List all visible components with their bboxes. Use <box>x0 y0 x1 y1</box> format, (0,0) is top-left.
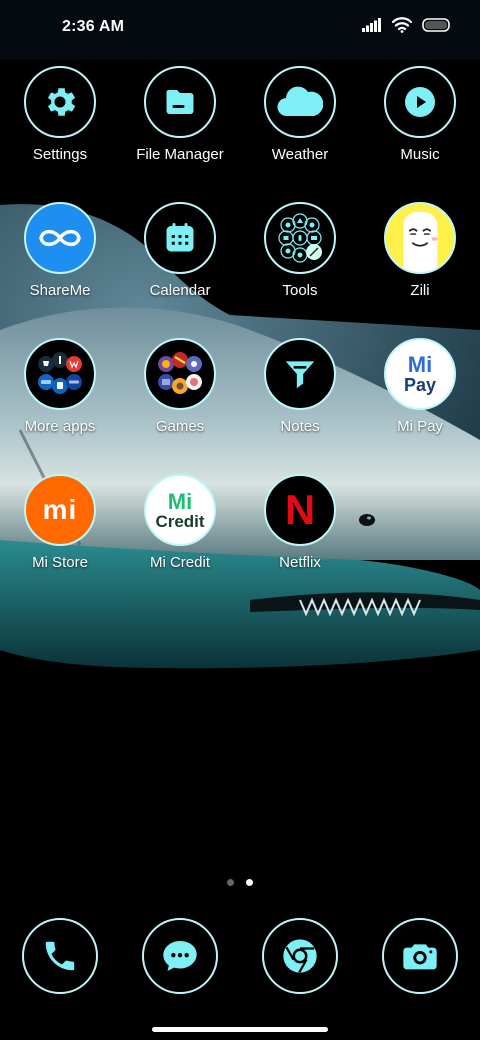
shareme-app-icon[interactable] <box>24 202 96 274</box>
mi-credit-logo-top: Mi <box>167 488 193 514</box>
app-label: More apps <box>24 418 96 435</box>
mi-credit-icon: Mi Credit <box>155 488 205 531</box>
page-dot[interactable] <box>227 879 234 886</box>
app-netflix[interactable]: N Netflix <box>240 474 360 610</box>
app-label: Games <box>155 418 205 435</box>
app-mi-store[interactable]: mi Mi Store <box>0 474 120 610</box>
dock-camera[interactable] <box>360 918 480 994</box>
zili-face-icon <box>403 211 438 272</box>
empty-slot <box>360 474 480 610</box>
app-games[interactable]: Games <box>120 338 240 474</box>
app-label: Mi Credit <box>149 554 210 571</box>
netflix-app-icon[interactable]: N <box>264 474 336 546</box>
mi-pay-logo-top: Mi <box>407 352 433 377</box>
app-zili[interactable]: Zili <box>360 202 480 338</box>
netflix-icon: N <box>284 486 316 533</box>
tools-folder-icon <box>278 213 322 263</box>
camera-app-icon[interactable] <box>382 918 458 994</box>
mi-store-app-icon[interactable]: mi <box>24 474 96 546</box>
app-tools[interactable]: Tools <box>240 202 360 338</box>
app-label: ShareMe <box>29 282 91 299</box>
play-icon <box>405 87 435 117</box>
message-icon <box>163 941 197 971</box>
games-folder-icon <box>158 352 202 394</box>
games-folder[interactable] <box>144 338 216 410</box>
mi-pay-icon: Mi Pay <box>403 352 437 395</box>
calendar-icon <box>166 223 194 252</box>
app-label: Music <box>400 146 440 163</box>
app-label: Mi Store <box>32 554 88 571</box>
zili-app-icon[interactable] <box>384 202 456 274</box>
status-bar: 2:36 AM <box>0 0 480 56</box>
camera-icon <box>403 944 437 970</box>
settings-app-icon[interactable] <box>24 66 96 138</box>
page-dot-active[interactable] <box>246 879 253 886</box>
phone-icon <box>45 941 75 971</box>
app-label: Calendar <box>149 282 211 299</box>
app-settings[interactable]: Settings <box>0 66 120 202</box>
mi-logo-icon: mi <box>42 494 78 525</box>
home-indicator[interactable] <box>152 1027 328 1032</box>
file-manager-app-icon[interactable] <box>144 66 216 138</box>
dock-messages[interactable] <box>120 918 240 994</box>
app-file-manager[interactable]: File Manager <box>120 66 240 202</box>
app-label: Tools <box>282 282 318 299</box>
tools-folder[interactable] <box>264 202 336 274</box>
funnel-icon <box>285 361 315 389</box>
app-music[interactable]: Music <box>360 66 480 202</box>
cloud-icon <box>277 86 323 117</box>
app-label: Zili <box>410 282 430 299</box>
messages-app-icon[interactable] <box>142 918 218 994</box>
app-label: Settings <box>32 146 88 163</box>
app-more-apps[interactable]: More apps <box>0 338 120 474</box>
apps-folder-icon <box>38 352 82 394</box>
music-app-icon[interactable] <box>384 66 456 138</box>
dock-phone[interactable] <box>0 918 120 994</box>
mi-pay-logo-bottom: Pay <box>403 375 437 395</box>
phone-app-icon[interactable] <box>22 918 98 994</box>
app-mi-credit[interactable]: Mi Credit Mi Credit <box>120 474 240 610</box>
mi-credit-app-icon[interactable]: Mi Credit <box>144 474 216 546</box>
calendar-app-icon[interactable] <box>144 202 216 274</box>
app-label: Weather <box>271 146 329 163</box>
gear-icon <box>47 88 76 116</box>
folder-icon <box>166 90 194 114</box>
battery-icon <box>422 18 450 32</box>
app-label: Notes <box>280 418 320 435</box>
app-shareme[interactable]: ShareMe <box>0 202 120 338</box>
more-apps-folder[interactable] <box>24 338 96 410</box>
signal-icon <box>362 18 381 32</box>
app-calendar[interactable]: Calendar <box>120 202 240 338</box>
app-notes[interactable]: Notes <box>240 338 360 474</box>
notes-app-icon[interactable] <box>264 338 336 410</box>
app-label: Mi Pay <box>397 418 443 435</box>
app-mi-pay[interactable]: Mi Pay Mi Pay <box>360 338 480 474</box>
app-grid: Settings File Manager Weather Music Shar… <box>0 66 480 610</box>
status-time: 2:36 AM <box>62 18 125 35</box>
app-weather[interactable]: Weather <box>240 66 360 202</box>
page-indicator <box>0 879 480 886</box>
dock <box>0 918 480 994</box>
dock-chrome[interactable] <box>240 918 360 994</box>
infinity-icon <box>39 229 81 247</box>
wifi-icon <box>392 17 412 33</box>
app-label: File Manager <box>136 146 224 163</box>
chrome-icon <box>283 939 317 973</box>
weather-app-icon[interactable] <box>264 66 336 138</box>
mi-pay-app-icon[interactable]: Mi Pay <box>384 338 456 410</box>
mi-credit-logo-bottom: Credit <box>155 511 205 531</box>
status-icons <box>362 17 452 33</box>
app-label: Netflix <box>279 554 321 571</box>
chrome-app-icon[interactable] <box>262 918 338 994</box>
